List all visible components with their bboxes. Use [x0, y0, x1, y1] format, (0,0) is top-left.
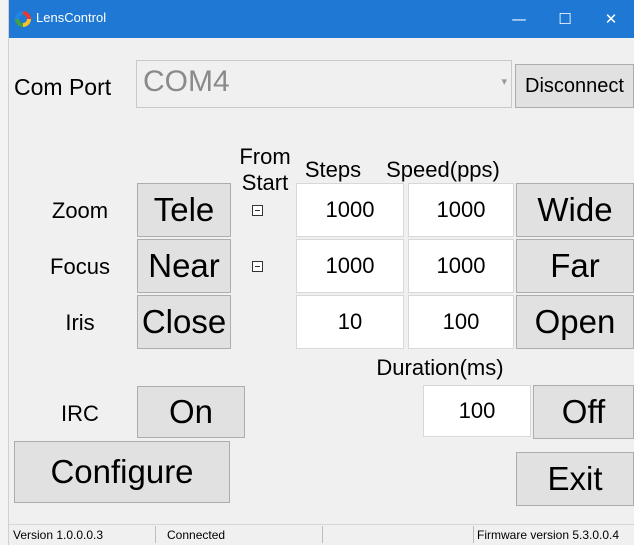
focus-speed-input[interactable]: 1000: [408, 239, 514, 293]
irc-label: IRC: [61, 401, 99, 426]
close-iris-button[interactable]: Close: [137, 295, 231, 349]
app-logo-icon: [15, 11, 31, 27]
open-iris-button[interactable]: Open: [516, 295, 634, 349]
configure-button[interactable]: Configure: [14, 441, 230, 503]
desktop-edge: [0, 0, 9, 545]
tele-button[interactable]: Tele: [137, 183, 231, 237]
exit-button[interactable]: Exit: [516, 452, 634, 506]
disconnect-button[interactable]: Disconnect: [515, 64, 634, 108]
focus-label: Focus: [50, 254, 110, 279]
duration-input[interactable]: 100: [423, 385, 531, 437]
iris-label: Iris: [65, 310, 95, 335]
status-divider: [155, 526, 156, 543]
chevron-down-icon: ▾: [501, 75, 507, 88]
com-port-dropdown[interactable]: COM4 ▾: [136, 60, 512, 108]
irc-off-button[interactable]: Off: [533, 385, 634, 439]
status-version: Version 1.0.0.0.3: [13, 528, 104, 542]
zoom-from-start-checkbox[interactable]: [252, 205, 263, 216]
com-port-value: COM4: [143, 65, 230, 98]
near-button[interactable]: Near: [137, 239, 231, 293]
focus-steps-input[interactable]: 1000: [296, 239, 404, 293]
from-start-header-line1: From: [239, 144, 291, 169]
duration-header: Duration(ms): [376, 355, 504, 380]
zoom-speed-input[interactable]: 1000: [408, 183, 514, 237]
zoom-label: Zoom: [51, 198, 109, 223]
from-start-header-line2: Start: [241, 170, 289, 195]
status-divider: [473, 526, 474, 543]
com-port-label: Com Port: [14, 73, 112, 100]
wide-button[interactable]: Wide: [516, 183, 634, 237]
window-title: LensControl: [36, 10, 107, 25]
far-button[interactable]: Far: [516, 239, 634, 293]
focus-from-start-checkbox[interactable]: [252, 261, 263, 272]
iris-steps-input[interactable]: 10: [296, 295, 404, 349]
irc-on-button[interactable]: On: [137, 386, 245, 438]
steps-header: Steps: [304, 157, 362, 182]
zoom-steps-input[interactable]: 1000: [296, 183, 404, 237]
status-connection: Connected: [167, 528, 226, 542]
minimize-button[interactable]: —: [496, 0, 542, 38]
maximize-button[interactable]: ☐: [542, 0, 588, 38]
close-button[interactable]: ✕: [588, 0, 634, 38]
speed-header: Speed(pps): [386, 157, 500, 182]
status-divider: [322, 526, 323, 543]
status-firmware: Firmware version 5.3.0.0.4: [477, 528, 620, 542]
iris-speed-input[interactable]: 100: [408, 295, 514, 349]
